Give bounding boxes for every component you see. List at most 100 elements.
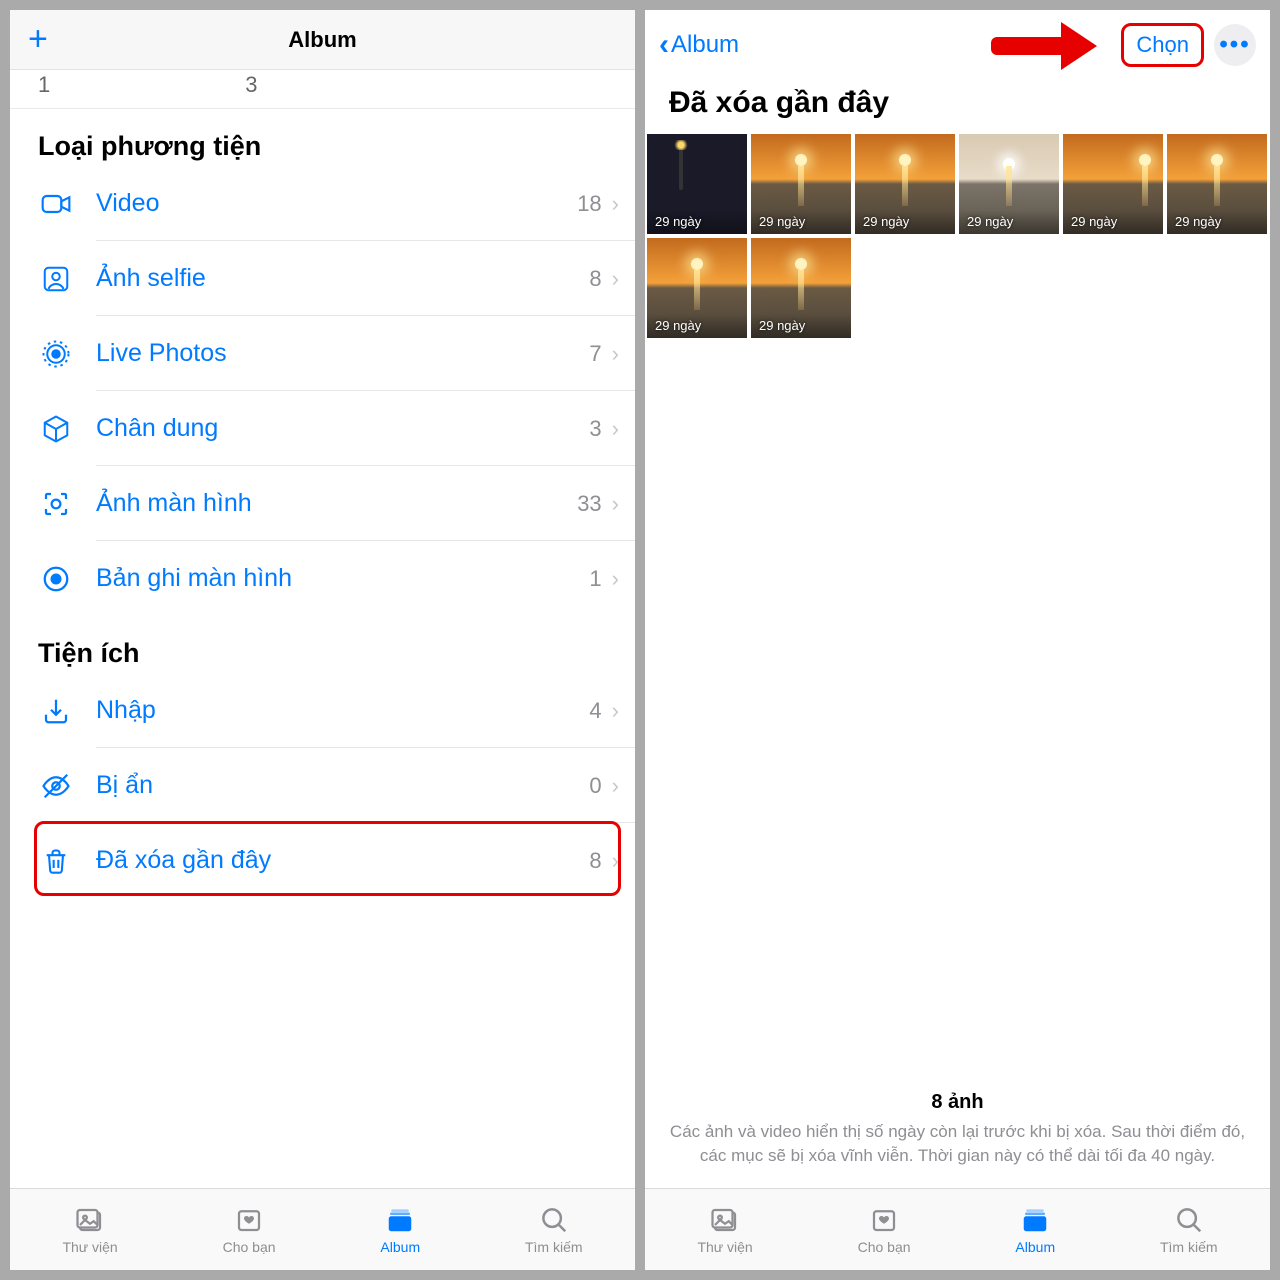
row-screenshot[interactable]: Ảnh màn hình 33 › [10, 466, 635, 541]
media-types-list: Video 18 › Ảnh selfie 8 › Live Photos 7 … [10, 166, 635, 616]
select-button[interactable]: Chọn [1121, 23, 1204, 67]
tab-for-you[interactable]: Cho bạn [223, 1205, 276, 1255]
tab-album[interactable]: Album [1015, 1205, 1055, 1255]
row-count: 7 [589, 341, 601, 367]
row-label: Nhập [96, 696, 589, 725]
row-count: 1 [589, 566, 601, 592]
days-badge: 29 ngày [1063, 210, 1163, 234]
chevron-right-icon: › [612, 566, 619, 592]
chevron-right-icon: › [612, 341, 619, 367]
row-label: Chân dung [96, 414, 589, 443]
for-you-icon [867, 1205, 901, 1235]
ellipsis-icon: ••• [1219, 31, 1250, 59]
chevron-right-icon: › [612, 416, 619, 442]
import-icon [38, 693, 74, 729]
row-count: 8 [589, 266, 601, 292]
tab-bar: Thư viện Cho bạn Album Tìm kiếm [645, 1188, 1270, 1270]
photo-thumbnail[interactable]: 29 ngày [1063, 134, 1163, 234]
row-screen-recording[interactable]: Bản ghi màn hình 1 › [10, 541, 635, 616]
page-title: Đã xóa gần đây [645, 80, 1270, 134]
chevron-right-icon: › [612, 191, 619, 217]
search-icon [537, 1205, 571, 1235]
for-you-icon [232, 1205, 266, 1235]
photo-thumbnail[interactable]: 29 ngày [1167, 134, 1267, 234]
row-count: 18 [577, 191, 601, 217]
row-label: Bản ghi màn hình [96, 564, 589, 593]
photo-thumbnail[interactable]: 29 ngày [959, 134, 1059, 234]
add-button[interactable]: + [28, 20, 48, 59]
preview-numbers: 1 3 [10, 70, 635, 109]
row-count: 0 [589, 773, 601, 799]
photo-thumbnail[interactable]: 29 ngày [751, 134, 851, 234]
row-label: Live Photos [96, 339, 589, 368]
section-title-media: Loại phương tiện [10, 109, 635, 166]
tab-label: Tìm kiếm [525, 1239, 583, 1255]
row-count: 4 [589, 698, 601, 724]
tab-library[interactable]: Thư viện [62, 1205, 117, 1255]
row-recently-deleted[interactable]: Đã xóa gần đây 8 › [10, 823, 635, 898]
tab-label: Album [380, 1239, 420, 1255]
more-button[interactable]: ••• [1214, 24, 1256, 66]
row-selfie[interactable]: Ảnh selfie 8 › [10, 241, 635, 316]
tab-label: Cho bạn [223, 1239, 276, 1255]
tab-library[interactable]: Thư viện [697, 1205, 752, 1255]
tab-label: Thư viện [62, 1239, 117, 1255]
row-label: Ảnh màn hình [96, 489, 577, 518]
utilities-list: Nhập 4 › Bị ẩn 0 › Đã xóa gần đây 8 › [10, 673, 635, 898]
row-label: Đã xóa gần đây [96, 846, 589, 875]
photo-thumbnail[interactable]: 29 ngày [855, 134, 955, 234]
nav-title: Album [288, 27, 356, 53]
chevron-right-icon: › [612, 491, 619, 517]
days-badge: 29 ngày [647, 210, 747, 234]
row-import[interactable]: Nhập 4 › [10, 673, 635, 748]
search-icon [1172, 1205, 1206, 1235]
tab-album[interactable]: Album [380, 1205, 420, 1255]
photo-count: 8 ảnh [667, 1091, 1248, 1114]
tab-search[interactable]: Tìm kiếm [1160, 1205, 1218, 1255]
selfie-icon [38, 261, 74, 297]
library-icon [73, 1205, 107, 1235]
chevron-left-icon: ‹ [659, 28, 669, 62]
library-icon [708, 1205, 742, 1235]
tab-label: Album [1015, 1239, 1055, 1255]
tab-label: Tìm kiếm [1160, 1239, 1218, 1255]
tab-for-you[interactable]: Cho bạn [858, 1205, 911, 1255]
tab-label: Thư viện [697, 1239, 752, 1255]
album-icon [383, 1205, 417, 1235]
row-portrait[interactable]: Chân dung 3 › [10, 391, 635, 466]
days-badge: 29 ngày [855, 210, 955, 234]
back-button[interactable]: ‹ Album [659, 28, 739, 62]
section-title-utilities: Tiện ích [10, 616, 635, 673]
record-icon [38, 561, 74, 597]
album-icon [1018, 1205, 1052, 1235]
meta-block: 8 ảnh Các ảnh và video hiển thị số ngày … [645, 1073, 1270, 1188]
annotation-arrow [991, 20, 1111, 70]
back-label: Album [671, 31, 739, 59]
deletion-explainer: Các ảnh và video hiển thị số ngày còn lạ… [667, 1120, 1248, 1168]
chevron-right-icon: › [612, 698, 619, 724]
days-badge: 29 ngày [751, 314, 851, 338]
nav-header: ‹ Album Chọn ••• [645, 10, 1270, 80]
row-live-photos[interactable]: Live Photos 7 › [10, 316, 635, 391]
row-video[interactable]: Video 18 › [10, 166, 635, 241]
row-label: Bị ẩn [96, 771, 589, 800]
photo-thumbnail[interactable]: 29 ngày [647, 238, 747, 338]
days-badge: 29 ngày [751, 210, 851, 234]
row-count: 8 [589, 848, 601, 874]
days-badge: 29 ngày [959, 210, 1059, 234]
trash-icon [38, 843, 74, 879]
tab-search[interactable]: Tìm kiếm [525, 1205, 583, 1255]
left-screenshot: + Album 1 3 Loại phương tiện Video 18 › … [10, 10, 635, 1270]
photo-thumbnail[interactable]: 29 ngày [751, 238, 851, 338]
photo-thumbnail[interactable]: 29 ngày [647, 134, 747, 234]
row-label: Ảnh selfie [96, 264, 589, 293]
chevron-right-icon: › [612, 266, 619, 292]
row-count: 33 [577, 491, 601, 517]
live-photos-icon [38, 336, 74, 372]
right-screenshot: ‹ Album Chọn ••• Đã xóa gần đây 29 ngày … [645, 10, 1270, 1270]
row-hidden[interactable]: Bị ẩn 0 › [10, 748, 635, 823]
tab-bar: Thư viện Cho bạn Album Tìm kiếm [10, 1188, 635, 1270]
chevron-right-icon: › [612, 773, 619, 799]
screenshot-icon [38, 486, 74, 522]
days-badge: 29 ngày [647, 314, 747, 338]
